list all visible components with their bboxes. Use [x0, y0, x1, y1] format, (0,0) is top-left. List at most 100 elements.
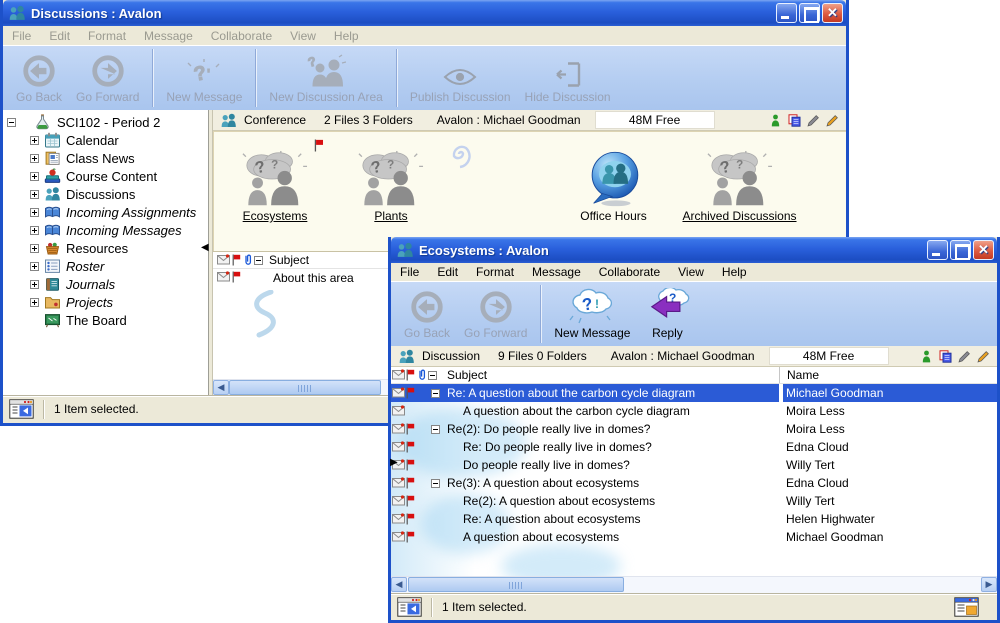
scroll-thumb[interactable] — [408, 577, 624, 592]
go-back-button[interactable]: Go Back — [397, 288, 457, 343]
tree-item-incoming-assignments[interactable]: Incoming Assignments — [3, 203, 208, 221]
collapse-all-icon[interactable] — [428, 371, 437, 380]
message-row[interactable]: Re(3): A question about ecosystems Edna … — [391, 474, 997, 492]
window1-titlebar[interactable]: Discussions : Avalon ✕ — [3, 0, 846, 26]
subject-column-header[interactable]: Subject — [391, 367, 779, 383]
flag-icon — [406, 495, 415, 507]
expand-box-icon[interactable] — [30, 226, 39, 235]
tree-item-class-news[interactable]: Class News — [3, 149, 208, 167]
desktop-icon-archived-discussions[interactable]: Archived Discussions — [662, 139, 817, 223]
collapse-all-icon[interactable] — [254, 256, 263, 265]
go-back-button[interactable]: Go Back — [9, 52, 69, 107]
minimize-button[interactable] — [927, 240, 948, 260]
expand-box-icon[interactable] — [30, 154, 39, 163]
presence-person-icon[interactable] — [920, 350, 933, 363]
go-forward-button[interactable]: Go Forward — [69, 52, 146, 107]
conference-counts: 9 Files 0 Folders — [498, 349, 587, 363]
message-row[interactable]: Re: A question about the carbon cycle di… — [391, 384, 997, 402]
pencil-icon[interactable] — [807, 114, 820, 127]
menu-collaborate[interactable]: Collaborate — [202, 27, 281, 45]
message-row[interactable]: Re: A question about ecosystems Helen Hi… — [391, 510, 997, 528]
tree-item-sci102[interactable]: SCI102 - Period 2 — [3, 113, 208, 131]
expand-pane-arrow-icon[interactable]: ▶ — [390, 457, 398, 468]
collapse-box-icon[interactable] — [7, 118, 16, 127]
go-forward-button[interactable]: Go Forward — [457, 288, 534, 343]
paperclip-icon — [243, 254, 252, 266]
desktop-icon-plants[interactable]: Plants — [336, 139, 446, 223]
signature-pencil-icon[interactable] — [826, 114, 839, 127]
close-button[interactable]: ✕ — [973, 240, 994, 260]
pages-icon[interactable] — [939, 350, 952, 363]
menu-help[interactable]: Help — [325, 27, 368, 45]
tree-item-projects[interactable]: Projects — [3, 293, 208, 311]
expand-box-icon[interactable] — [30, 280, 39, 289]
message-row[interactable]: Re: Do people really live in domes? Edna… — [391, 438, 997, 456]
pages-icon[interactable] — [788, 114, 801, 127]
desktop-icon-ecosystems[interactable]: Ecosystems — [220, 139, 330, 223]
menu-file[interactable]: File — [3, 27, 40, 45]
tree-item-discussions[interactable]: Discussions — [3, 185, 208, 203]
collapse-thread-icon[interactable] — [431, 389, 440, 398]
new-message-button[interactable]: New Message — [547, 286, 637, 343]
tree-item-calendar[interactable]: Calendar — [3, 131, 208, 149]
window-ecosystems: ▶ Ecosystems : Avalon ✕ File Edit Format… — [388, 237, 1000, 623]
collapse-thread-icon[interactable] — [431, 479, 440, 488]
expand-box-icon[interactable] — [30, 208, 39, 217]
name-column-header[interactable]: Name — [779, 367, 997, 383]
message-row[interactable]: Re(2): A question about ecosystems Willy… — [391, 492, 997, 510]
desktop-icon-office-hours[interactable]: Office Hours — [556, 139, 671, 223]
expand-box-icon[interactable] — [30, 244, 39, 253]
scroll-left-button[interactable]: ◀ — [391, 577, 407, 592]
tree-item-incoming-messages[interactable]: Incoming Messages — [3, 221, 208, 239]
menu-file[interactable]: File — [391, 263, 428, 281]
pane-layout-button[interactable] — [9, 399, 34, 419]
open-book-icon — [44, 222, 61, 238]
envelope-icon — [217, 271, 230, 282]
presence-person-icon[interactable] — [769, 114, 782, 127]
expand-box-icon[interactable] — [30, 172, 39, 181]
scroll-right-button[interactable]: ▶ — [981, 577, 997, 592]
scroll-left-button[interactable]: ◀ — [213, 380, 229, 395]
menu-edit[interactable]: Edit — [428, 263, 467, 281]
tree-item-the-board[interactable]: The Board — [3, 311, 208, 329]
message-row[interactable]: Re(2): Do people really live in domes? M… — [391, 420, 997, 438]
maximize-button[interactable] — [799, 3, 820, 23]
menu-format[interactable]: Format — [79, 27, 135, 45]
signature-pencil-icon[interactable] — [977, 350, 990, 363]
window2-titlebar[interactable]: Ecosystems : Avalon ✕ — [391, 237, 997, 263]
reply-button[interactable]: Reply — [637, 286, 697, 343]
collapse-thread-icon[interactable] — [431, 425, 440, 434]
message-row[interactable]: A question about the carbon cycle diagra… — [391, 402, 997, 420]
new-message-button[interactable]: New Message — [159, 56, 249, 107]
message-row[interactable]: A question about ecosystems Michael Good… — [391, 528, 997, 546]
publish-discussion-button[interactable]: Publish Discussion — [403, 64, 518, 107]
menu-format[interactable]: Format — [467, 263, 523, 281]
new-discussion-area-button[interactable]: New Discussion Area — [262, 52, 389, 107]
expand-box-icon[interactable] — [30, 298, 39, 307]
menu-edit[interactable]: Edit — [40, 27, 79, 45]
collapse-pane-arrow-icon[interactable]: ◀ — [201, 242, 209, 253]
menu-message[interactable]: Message — [135, 27, 202, 45]
scroll-track[interactable] — [407, 577, 981, 593]
view-layout-button[interactable] — [954, 597, 979, 617]
menu-view[interactable]: View — [281, 27, 325, 45]
pane-layout-button[interactable] — [397, 597, 422, 617]
maximize-button[interactable] — [950, 240, 971, 260]
tree-item-resources[interactable]: Resources — [3, 239, 208, 257]
close-button[interactable]: ✕ — [822, 3, 843, 23]
menu-help[interactable]: Help — [713, 263, 756, 281]
expand-box-icon[interactable] — [30, 190, 39, 199]
tree-item-roster[interactable]: Roster — [3, 257, 208, 275]
expand-box-icon[interactable] — [30, 136, 39, 145]
expand-box-icon[interactable] — [30, 262, 39, 271]
message-row[interactable]: Do people really live in domes? Willy Te… — [391, 456, 997, 474]
hide-discussion-button[interactable]: Hide Discussion — [518, 59, 618, 107]
tree-item-journals[interactable]: Journals — [3, 275, 208, 293]
menu-message[interactable]: Message — [523, 263, 590, 281]
minimize-button[interactable] — [776, 3, 797, 23]
pencil-icon[interactable] — [958, 350, 971, 363]
menu-view[interactable]: View — [669, 263, 713, 281]
tree-item-course-content[interactable]: Course Content — [3, 167, 208, 185]
menu-collaborate[interactable]: Collaborate — [590, 263, 669, 281]
scroll-thumb[interactable] — [229, 380, 381, 395]
